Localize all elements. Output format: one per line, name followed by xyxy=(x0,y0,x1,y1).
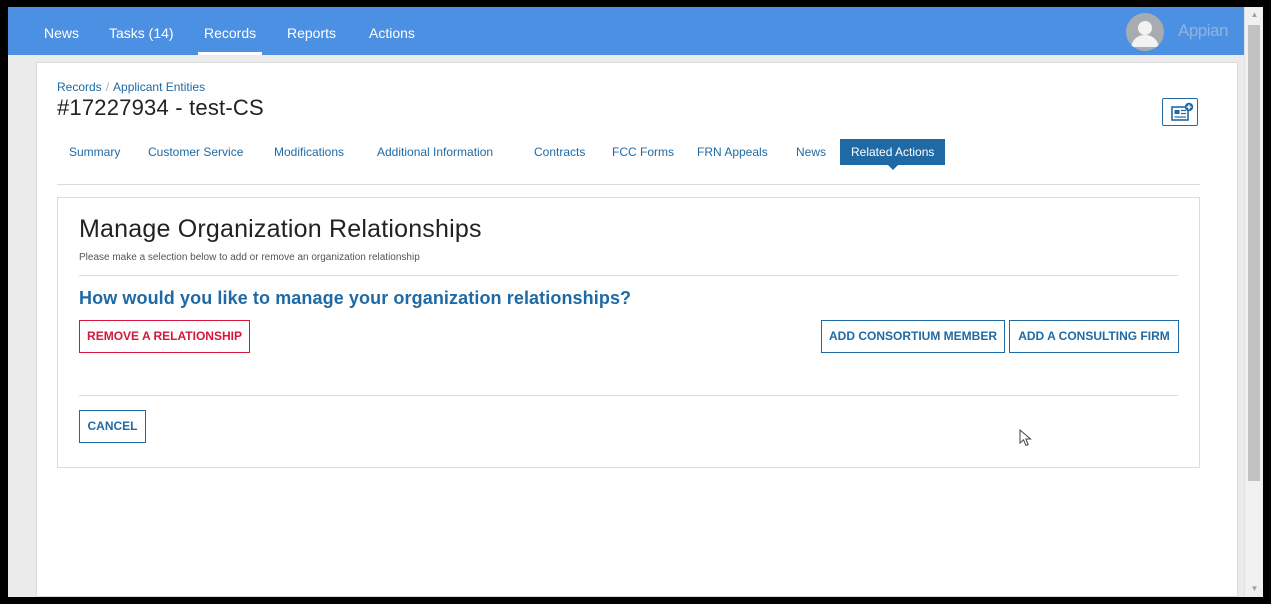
tab-fcc-forms[interactable]: FCC Forms xyxy=(612,139,674,165)
scroll-down-arrow-icon[interactable]: ▼ xyxy=(1245,581,1263,597)
record-page: Records / Applicant Entities #17227934 - t… xyxy=(36,62,1238,597)
top-nav-bar: News Tasks (14) Records Reports Actions … xyxy=(8,7,1244,55)
user-silhouette-icon xyxy=(1126,13,1164,51)
browser-window: News Tasks (14) Records Reports Actions … xyxy=(8,7,1263,597)
tab-related-actions[interactable]: Related Actions xyxy=(840,139,946,170)
remove-relationship-button[interactable]: REMOVE A RELATIONSHIP xyxy=(79,320,250,353)
tab-news[interactable]: News xyxy=(796,139,826,165)
tab-additional-information[interactable]: Additional Information xyxy=(377,139,493,165)
form-divider xyxy=(79,275,1178,276)
nav-actions[interactable]: Actions xyxy=(369,7,415,55)
nav-records[interactable]: Records xyxy=(197,7,263,55)
scroll-thumb[interactable] xyxy=(1248,25,1260,481)
page-title: #17227934 - test-CS xyxy=(57,95,264,120)
form-title: Manage Organization Relationships xyxy=(79,215,482,243)
cancel-button[interactable]: CANCEL xyxy=(79,410,146,443)
breadcrumb-applicant-entities[interactable]: Applicant Entities xyxy=(113,80,205,94)
breadcrumb-records[interactable]: Records xyxy=(57,80,102,94)
tab-modifications[interactable]: Modifications xyxy=(274,139,344,165)
scroll-up-arrow-icon[interactable]: ▲ xyxy=(1245,7,1263,23)
tab-summary[interactable]: Summary xyxy=(69,139,120,165)
form-footer-divider xyxy=(79,395,1178,396)
form-instructions: Please make a selection below to add or … xyxy=(79,252,420,263)
nav-news[interactable]: News xyxy=(44,7,79,55)
add-consulting-firm-button[interactable]: ADD A CONSULTING FIRM xyxy=(1009,320,1179,353)
record-news-button[interactable] xyxy=(1162,98,1198,126)
tabs-divider xyxy=(57,184,1200,185)
user-avatar[interactable] xyxy=(1126,13,1164,51)
tab-contracts[interactable]: Contracts xyxy=(534,139,585,165)
add-consortium-member-button[interactable]: ADD CONSORTIUM MEMBER xyxy=(821,320,1005,353)
breadcrumb-separator: / xyxy=(105,80,110,94)
breadcrumb: Records / Applicant Entities xyxy=(57,80,205,94)
page-scrollbar[interactable]: ▲ ▼ xyxy=(1244,7,1263,597)
manage-relationships-form: Manage Organization Relationships Please… xyxy=(57,197,1200,468)
tab-customer-service[interactable]: Customer Service xyxy=(148,139,243,165)
form-question: How would you like to manage your organi… xyxy=(79,288,632,308)
mouse-pointer-icon xyxy=(1019,429,1032,447)
nav-tasks[interactable]: Tasks (14) xyxy=(109,7,174,55)
tab-frn-appeals[interactable]: FRN Appeals xyxy=(697,139,768,165)
nav-reports[interactable]: Reports xyxy=(287,7,336,55)
appian-logo[interactable]: Appian xyxy=(1178,21,1228,41)
newspaper-add-icon xyxy=(1171,102,1194,121)
